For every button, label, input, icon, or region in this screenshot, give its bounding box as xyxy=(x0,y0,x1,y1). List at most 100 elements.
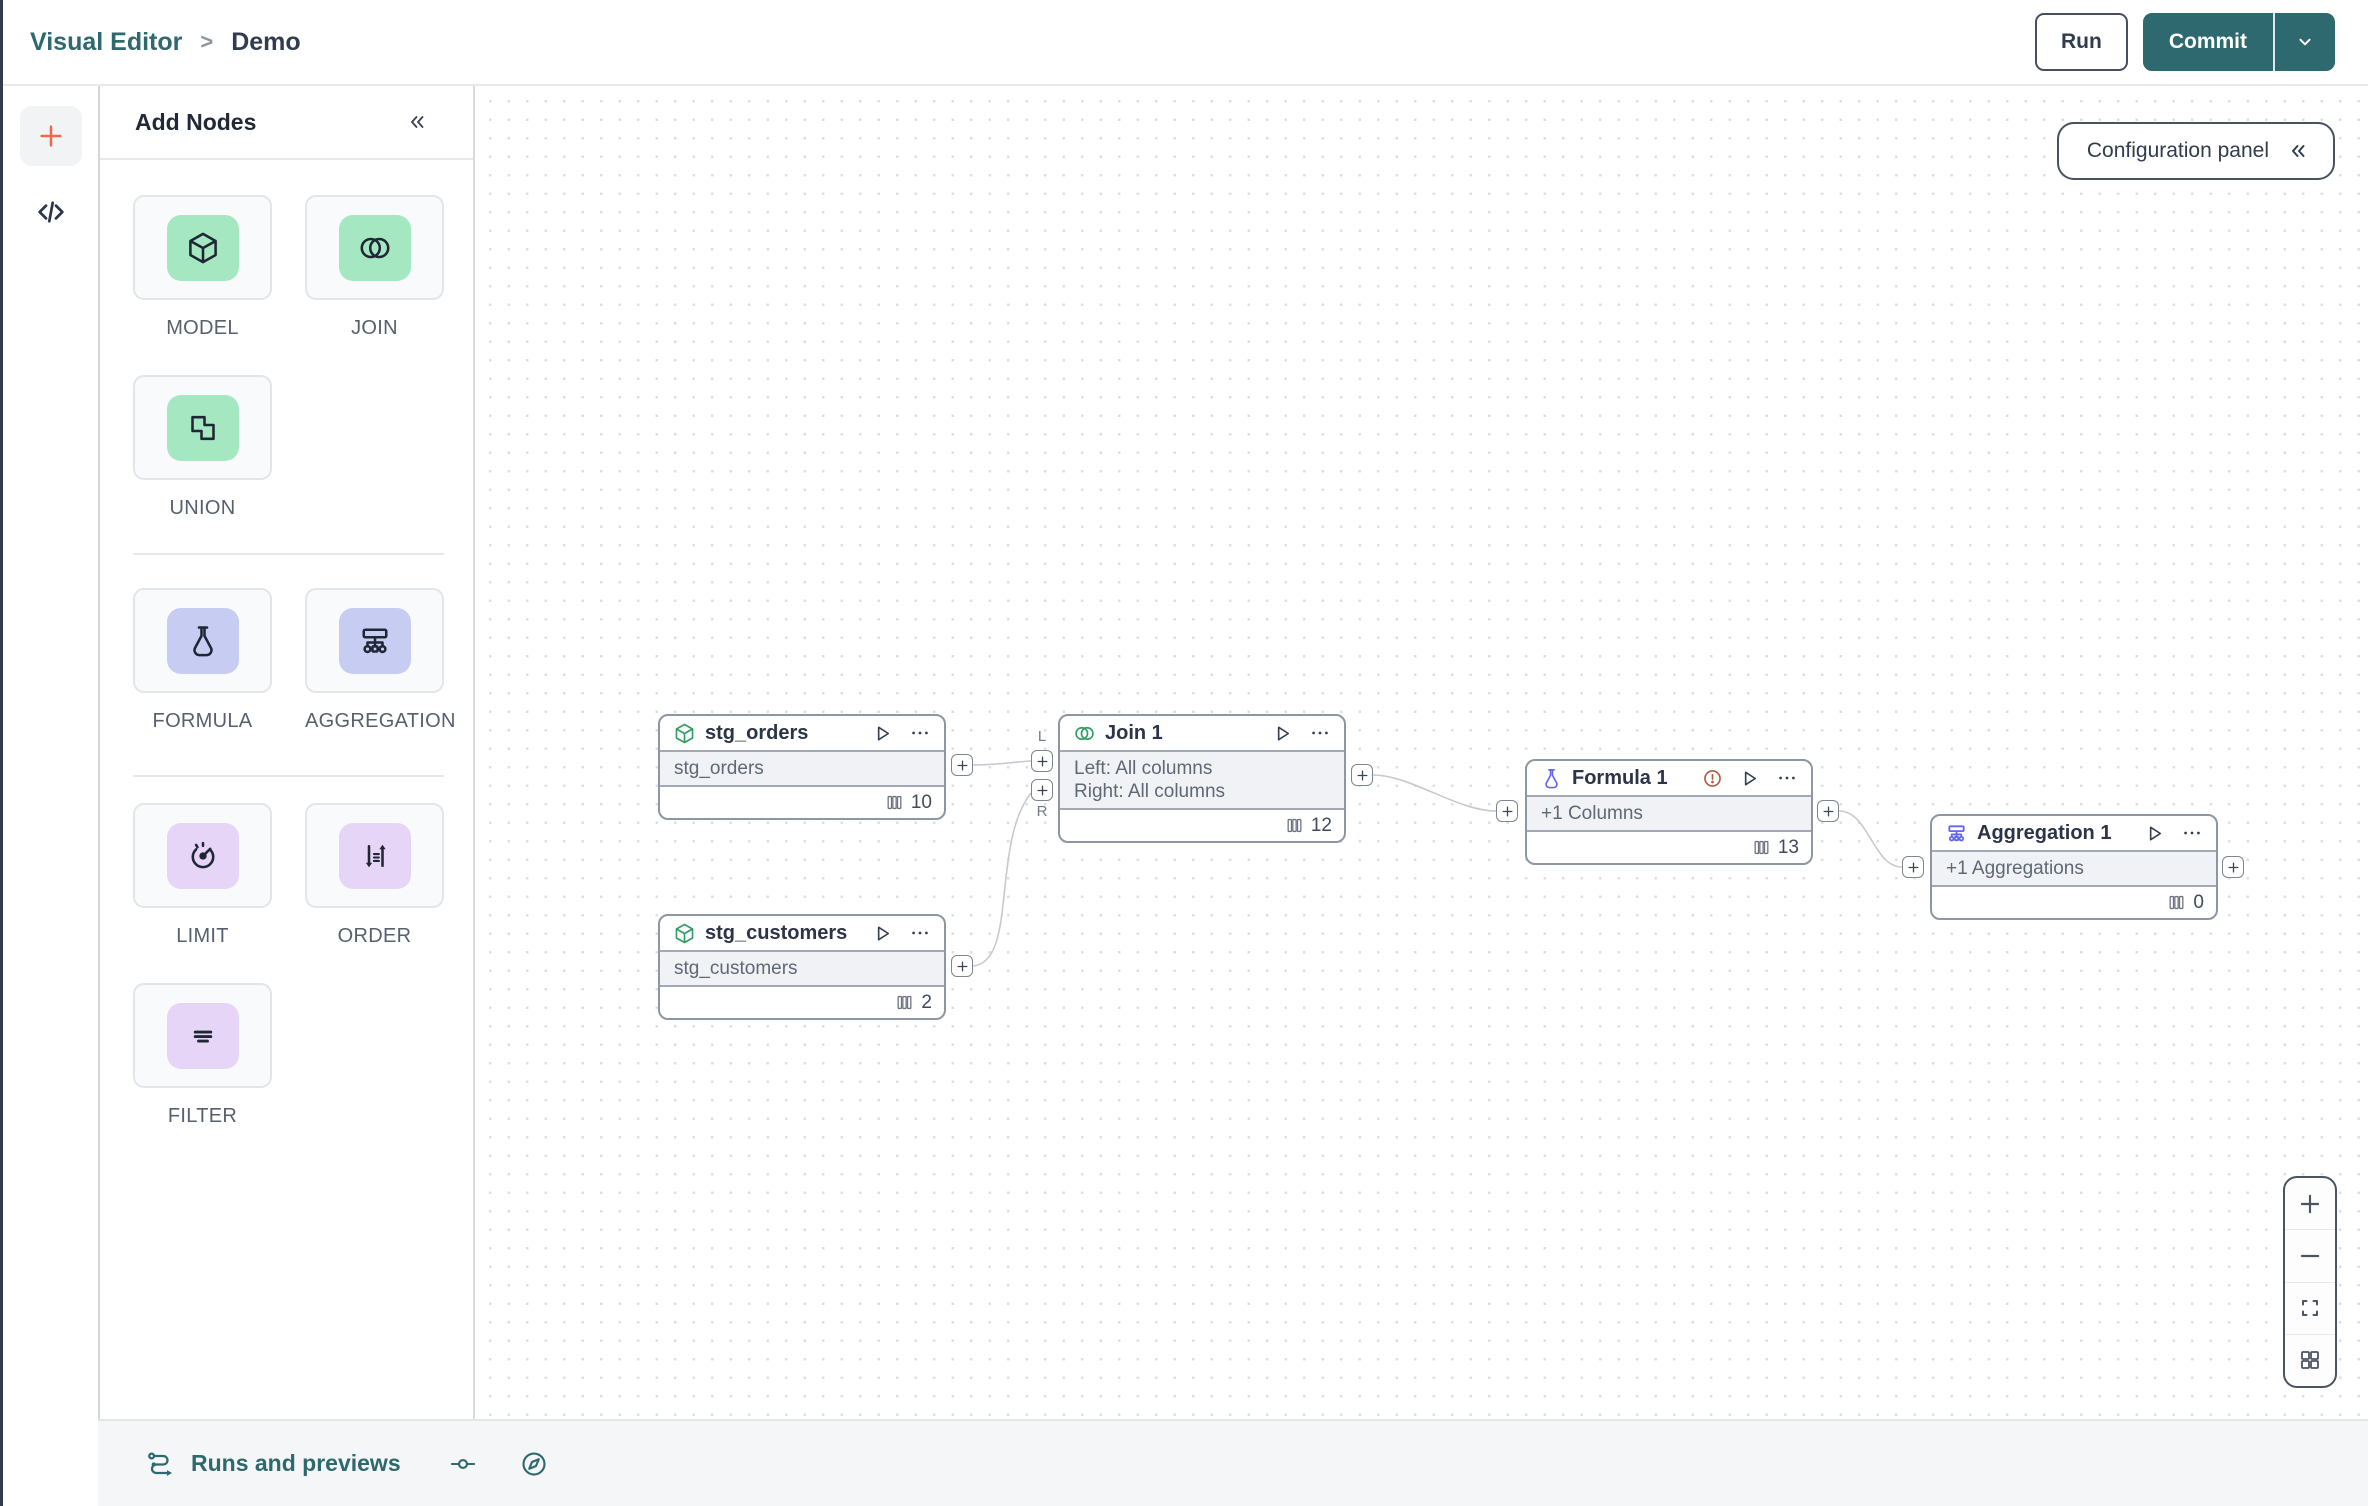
runs-flow-icon xyxy=(145,1449,175,1479)
add-nodes-panel: Add Nodes MODEL JOIN UNION FORMULA AGGRE… xyxy=(98,86,475,1419)
tile-label: AGGREGATION xyxy=(305,710,456,732)
edge-formula-to-aggregation xyxy=(1838,810,1903,868)
node-header: stg_orders xyxy=(660,716,944,750)
port-join-right-input[interactable] xyxy=(1031,779,1053,801)
commit-split-button[interactable]: Commit xyxy=(2142,13,2335,71)
port-formula-input[interactable] xyxy=(1496,800,1518,822)
node-header: Formula 1 xyxy=(1527,761,1811,795)
port-aggregation-input[interactable] xyxy=(1902,856,1924,878)
breadcrumb-separator-icon: > xyxy=(200,29,214,54)
add-node-tile-aggregation[interactable]: AGGREGATION xyxy=(305,588,456,733)
warning-icon xyxy=(1702,768,1723,789)
column-count: 12 xyxy=(1310,814,1332,836)
edge-customers-to-join xyxy=(972,792,1032,967)
join-circles-icon xyxy=(360,237,389,258)
sort-arrows-icon xyxy=(365,844,386,867)
node-menu-button[interactable] xyxy=(909,922,931,944)
commit-button[interactable]: Commit xyxy=(2143,13,2273,71)
compass-button[interactable] xyxy=(519,1449,549,1479)
flask-icon xyxy=(1540,767,1563,790)
node-body: +1 Columns xyxy=(1527,795,1811,832)
columns-icon xyxy=(1285,816,1304,835)
double-chevron-left-icon xyxy=(411,116,424,128)
code-editor-button[interactable] xyxy=(20,190,82,234)
columns-icon xyxy=(885,793,904,812)
double-chevron-left-icon xyxy=(2292,145,2305,157)
chevron-down-icon xyxy=(2299,38,2311,46)
canvas[interactable]: Configuration panel stg_orders stg_order… xyxy=(475,86,2368,1419)
add-button[interactable] xyxy=(20,106,82,166)
configuration-panel-toggle[interactable]: Configuration panel xyxy=(2056,122,2335,180)
node-stg-orders[interactable]: stg_orders stg_orders 10 xyxy=(658,714,946,820)
node-aggregation-1[interactable]: Aggregation 1 +1 Aggregations 0 xyxy=(1930,814,2218,920)
node-footer: 12 xyxy=(1060,810,1344,841)
add-node-tile-model[interactable]: MODEL xyxy=(133,195,272,340)
port-label-right: R xyxy=(1036,803,1048,820)
commit-node-button[interactable] xyxy=(449,1450,477,1478)
port-formula-output[interactable] xyxy=(1817,800,1839,822)
panel-divider xyxy=(133,775,444,777)
node-run-button[interactable] xyxy=(2143,822,2166,845)
cube-icon xyxy=(188,232,217,263)
node-header: Join 1 xyxy=(1060,716,1344,750)
port-stg-customers-output[interactable] xyxy=(951,955,973,977)
zoom-out-button[interactable] xyxy=(2285,1230,2335,1283)
node-run-button[interactable] xyxy=(1738,767,1761,790)
add-node-tile-order[interactable]: ORDER xyxy=(305,803,444,948)
node-title: Join 1 xyxy=(1105,721,1163,744)
hierarchy-icon xyxy=(361,627,388,653)
runs-and-previews-button[interactable]: Runs and previews xyxy=(191,1450,401,1477)
add-node-tile-filter[interactable]: FILTER xyxy=(133,983,272,1128)
port-label-left: L xyxy=(1037,728,1047,745)
node-title: Aggregation 1 xyxy=(1977,821,2112,844)
port-join-output[interactable] xyxy=(1351,764,1373,786)
add-node-tile-formula[interactable]: FORMULA xyxy=(133,588,272,733)
panel-divider xyxy=(133,553,444,555)
fit-view-button[interactable] xyxy=(2285,1283,2335,1335)
collapse-panel-button[interactable] xyxy=(404,110,428,134)
breadcrumb-visual-editor[interactable]: Visual Editor xyxy=(30,28,182,57)
node-menu-button[interactable] xyxy=(1776,767,1798,789)
add-node-tile-union[interactable]: UNION xyxy=(133,375,272,520)
commit-dropdown-button[interactable] xyxy=(2273,13,2335,71)
node-stg-customers[interactable]: stg_customers stg_customers 2 xyxy=(658,914,946,1020)
run-button[interactable]: Run xyxy=(2035,13,2128,71)
node-run-button[interactable] xyxy=(1271,722,1294,745)
port-aggregation-output[interactable] xyxy=(2222,856,2244,878)
node-title: stg_orders xyxy=(705,721,809,744)
model-cube-icon xyxy=(673,722,696,745)
tile-label: UNION xyxy=(169,497,236,519)
columns-icon xyxy=(1752,838,1771,857)
node-title: stg_customers xyxy=(705,921,848,944)
node-join-1[interactable]: Join 1 Left: All columns Right: All colu… xyxy=(1058,714,1346,843)
node-run-button[interactable] xyxy=(871,722,894,745)
port-join-left-input[interactable] xyxy=(1031,750,1053,772)
hierarchy-icon xyxy=(1945,822,1968,845)
node-title: Formula 1 xyxy=(1572,766,1668,789)
column-count: 13 xyxy=(1777,836,1799,858)
overview-grid-button[interactable] xyxy=(2285,1335,2335,1386)
add-node-tile-join[interactable]: JOIN xyxy=(305,195,444,340)
node-header: stg_customers xyxy=(660,916,944,950)
model-cube-icon xyxy=(673,922,696,945)
node-body: stg_orders xyxy=(660,750,944,787)
node-menu-button[interactable] xyxy=(1309,722,1331,744)
edge-join-to-formula xyxy=(1372,774,1497,812)
node-footer: 2 xyxy=(660,987,944,1018)
node-body: stg_customers xyxy=(660,950,944,987)
zoom-controls xyxy=(2283,1176,2337,1388)
node-body: Left: All columns Right: All columns xyxy=(1060,750,1344,810)
add-nodes-header: Add Nodes xyxy=(100,86,473,160)
node-footer: 13 xyxy=(1527,832,1811,863)
tile-label: LIMIT xyxy=(176,925,229,947)
tile-label: FILTER xyxy=(167,1105,238,1127)
node-run-button[interactable] xyxy=(871,922,894,945)
window-edge xyxy=(0,0,3,1506)
add-node-tile-limit[interactable]: LIMIT xyxy=(133,803,272,948)
node-menu-button[interactable] xyxy=(2181,822,2203,844)
node-formula-1[interactable]: Formula 1 +1 Columns 13 xyxy=(1525,759,1813,865)
configuration-panel-label: Configuration panel xyxy=(2086,139,2269,162)
node-menu-button[interactable] xyxy=(909,722,931,744)
port-stg-orders-output[interactable] xyxy=(951,754,973,776)
zoom-in-button[interactable] xyxy=(2285,1178,2335,1231)
